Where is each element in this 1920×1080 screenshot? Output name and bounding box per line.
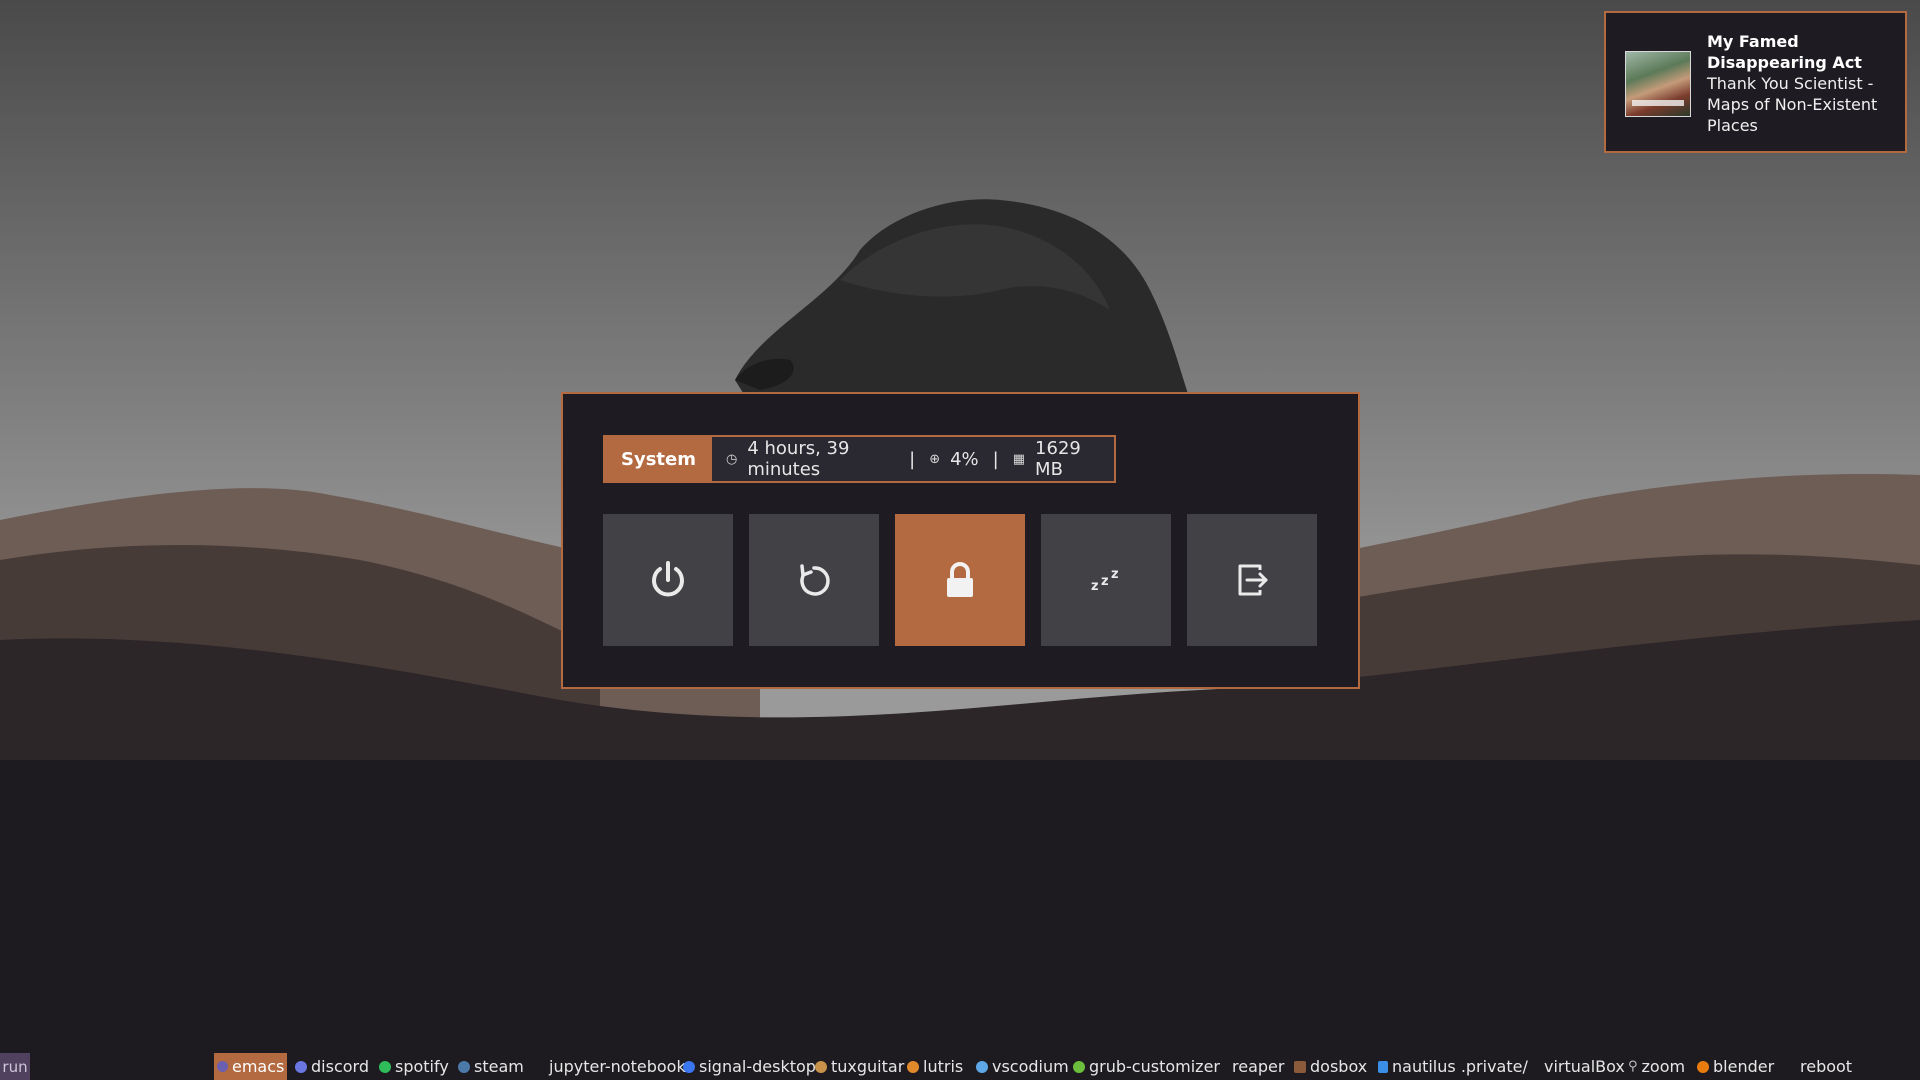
vscodium-icon — [976, 1060, 988, 1073]
taskbar-item-label: lutris — [923, 1057, 964, 1076]
taskbar-item-spotify[interactable]: spotify — [376, 1053, 452, 1080]
emacs-icon — [217, 1061, 228, 1072]
taskbar-item-emacs[interactable]: emacs — [214, 1053, 288, 1080]
taskbar-item-label: nautilus .private/ — [1392, 1057, 1528, 1076]
svg-text:z: z — [1111, 567, 1119, 582]
grub-customizer-icon — [1073, 1060, 1085, 1073]
taskbar-item-vscodium[interactable]: vscodium — [973, 1053, 1072, 1080]
taskbar-item-label: blender — [1713, 1057, 1775, 1076]
album-art — [1625, 51, 1691, 117]
clock-icon: ◷ — [725, 451, 738, 467]
lock-icon — [947, 562, 973, 597]
notification-title: My Famed Disappearing Act — [1707, 32, 1862, 72]
taskbar-item-label: jupyter-notebook — [549, 1057, 686, 1076]
nautilus-icon — [1378, 1060, 1388, 1073]
taskbar-item-label: virtualBox — [1544, 1057, 1625, 1076]
taskbar-item-steam[interactable]: steam — [455, 1053, 527, 1080]
uptime-value: 4 hours, 39 minutes — [747, 438, 850, 480]
spotify-icon — [379, 1060, 391, 1073]
taskbar-item-label: grub-customizer — [1089, 1057, 1220, 1076]
separator: | — [909, 448, 916, 470]
taskbar-item-discord[interactable]: discord — [292, 1053, 372, 1080]
svg-text:z: z — [1101, 574, 1109, 589]
separator: | — [992, 448, 999, 470]
taskbar-item-label: spotify — [395, 1057, 449, 1076]
restart-icon — [800, 564, 830, 596]
power-icon — [652, 561, 684, 597]
tuxguitar-icon — [815, 1060, 827, 1073]
shutdown-button[interactable] — [603, 514, 733, 646]
system-info-bar: System ◷ 4 hours, 39 minutes | ⊕ 4% | ▦ … — [603, 435, 1116, 483]
reboot-button[interactable] — [749, 514, 879, 646]
taskbar-item-label: reaper — [1232, 1057, 1285, 1076]
taskbar-item-grub-customizer[interactable]: grub-customizer — [1070, 1053, 1223, 1080]
taskbar-item-signal-desktop[interactable]: signal-desktop — [680, 1053, 819, 1080]
taskbar-item-label: zoom — [1641, 1057, 1686, 1076]
taskbar-item-dosbox[interactable]: dosbox — [1291, 1053, 1370, 1080]
power-menu: System ◷ 4 hours, 39 minutes | ⊕ 4% | ▦ … — [561, 392, 1360, 689]
memory-value: 1629 MB — [1035, 438, 1081, 480]
taskbar-item-lutris[interactable]: lutris — [904, 1053, 966, 1080]
taskbar-item-label: reboot — [1800, 1057, 1853, 1076]
taskbar-item-label: steam — [474, 1057, 524, 1076]
lutris-icon — [907, 1060, 919, 1073]
taskbar-item-label: emacs — [232, 1057, 285, 1076]
taskbar-item-label: signal-desktop — [699, 1057, 816, 1076]
cpu-value: 4% — [950, 448, 979, 470]
suspend-button[interactable]: z z z — [1041, 514, 1171, 646]
system-label: System — [605, 437, 712, 481]
logout-icon — [1238, 564, 1268, 596]
taskbar-item-reaper[interactable]: reaper — [1229, 1053, 1287, 1080]
memory-icon: ▦ — [1012, 451, 1026, 467]
taskbar-item-virtualbox[interactable]: virtualBox — [1541, 1053, 1628, 1080]
media-notification[interactable]: My Famed Disappearing Act Thank You Scie… — [1604, 11, 1907, 153]
taskbar: run emacs discord spotify steam jupyter-… — [0, 1050, 1920, 1080]
search-icon: ⚲ — [1628, 1059, 1638, 1074]
taskbar-item-jupyter-notebook[interactable]: jupyter-notebook — [546, 1053, 689, 1080]
blender-icon — [1697, 1060, 1709, 1073]
sleep-icon: z z z — [1091, 567, 1119, 594]
taskbar-item-tuxguitar[interactable]: tuxguitar — [812, 1053, 907, 1080]
notification-body: Thank You Scientist - Maps of Non-Existe… — [1707, 74, 1878, 135]
taskbar-item-reboot[interactable]: reboot — [1797, 1053, 1855, 1080]
lock-button[interactable] — [895, 514, 1025, 646]
run-launcher[interactable]: run — [0, 1053, 30, 1080]
dosbox-icon — [1294, 1060, 1306, 1073]
taskbar-item-label: vscodium — [992, 1057, 1069, 1076]
discord-icon — [295, 1060, 307, 1073]
taskbar-item-label: dosbox — [1310, 1057, 1368, 1076]
logout-button[interactable] — [1187, 514, 1317, 646]
taskbar-item-label: discord — [311, 1057, 369, 1076]
signal-icon — [683, 1060, 695, 1073]
taskbar-item-blender[interactable]: blender — [1694, 1053, 1777, 1080]
taskbar-item-nautilus[interactable]: nautilus .private/ — [1375, 1053, 1531, 1080]
taskbar-item-zoom[interactable]: ⚲ zoom — [1625, 1053, 1688, 1080]
steam-icon — [458, 1060, 470, 1073]
svg-text:z: z — [1091, 579, 1099, 594]
system-stats: ◷ 4 hours, 39 minutes | ⊕ 4% | ▦ 1629 MB — [712, 437, 1114, 481]
taskbar-item-label: tuxguitar — [831, 1057, 905, 1076]
cpu-icon: ⊕ — [929, 451, 941, 467]
